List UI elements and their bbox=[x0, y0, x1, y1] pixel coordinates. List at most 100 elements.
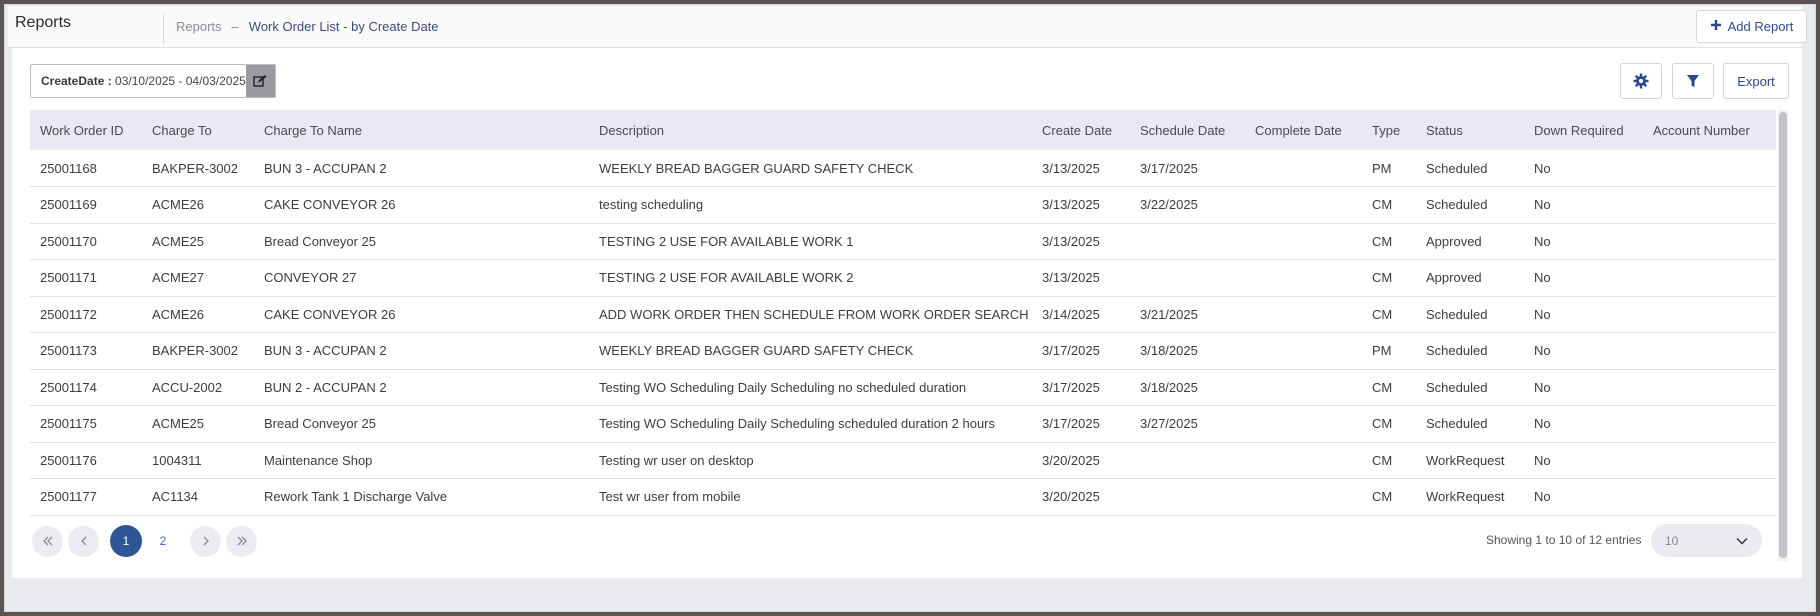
top-bar: Reports Reports – Work Order List - by C… bbox=[8, 6, 1807, 48]
table-cell bbox=[1643, 369, 1776, 406]
table-cell: ADD WORK ORDER THEN SCHEDULE FROM WORK O… bbox=[599, 306, 1032, 322]
table-cell: WEEKLY BREAD BAGGER GUARD SAFETY CHECK bbox=[599, 160, 914, 176]
table-row[interactable]: 25001172 ACME26 CAKE CONVEYOR 26 ADD WORK O… bbox=[30, 296, 1776, 333]
table-cell: 25001176 bbox=[40, 452, 97, 468]
col-header[interactable]: Charge To bbox=[142, 110, 254, 150]
table-cell: WEEKLY BREAD BAGGER GUARD SAFETY CHECK bbox=[599, 343, 914, 359]
table-cell: TESTING 2 USE FOR AVAILABLE WORK 1 bbox=[599, 233, 854, 249]
table-cell: No bbox=[1534, 379, 1551, 395]
table-cell: TESTING 2 USE FOR AVAILABLE WORK 2 bbox=[599, 270, 854, 286]
table-cell: CAKE CONVEYOR 26 bbox=[264, 197, 396, 213]
table-cell bbox=[1245, 260, 1362, 297]
next-page-button[interactable] bbox=[190, 525, 221, 557]
table-cell: CM bbox=[1372, 270, 1393, 286]
table-row[interactable]: 25001168 BAKPER-3002 BUN 3 - ACCUPAN 2 WEEK… bbox=[30, 150, 1776, 187]
col-header[interactable]: Account Number bbox=[1643, 110, 1776, 150]
table-row[interactable]: 25001177 AC1134 Rework Tank 1 Discharge Va… bbox=[30, 479, 1776, 515]
filter-button[interactable] bbox=[1672, 63, 1714, 99]
settings-button[interactable] bbox=[1620, 63, 1662, 99]
table-cell: CM bbox=[1372, 233, 1393, 249]
table-header-row: Work Order ID Charge To Charge To Name D… bbox=[30, 110, 1776, 150]
table-row[interactable]: 25001170 ACME25 Bread Conveyor 25 TESTING 2… bbox=[30, 223, 1776, 260]
export-button[interactable]: Export bbox=[1723, 63, 1789, 99]
prev-page-button[interactable] bbox=[68, 525, 99, 557]
page-2-button[interactable]: 2 bbox=[147, 525, 179, 557]
scroll-thumb[interactable] bbox=[1779, 112, 1787, 558]
col-header[interactable]: Type bbox=[1362, 110, 1416, 150]
app-title: Reports bbox=[15, 14, 72, 31]
col-header[interactable]: Charge To Name bbox=[254, 110, 589, 150]
entries-info: Showing 1 to 10 of 12 entries bbox=[1486, 533, 1642, 547]
table-cell: CM bbox=[1372, 379, 1393, 395]
table-row[interactable]: 25001173 BAKPER-3002 BUN 3 - ACCUPAN 2 WEEK… bbox=[30, 333, 1776, 370]
table-cell: 25001170 bbox=[40, 233, 97, 249]
table-cell: Scheduled bbox=[1426, 160, 1488, 176]
table-cell bbox=[1130, 442, 1245, 479]
breadcrumb-separator: – bbox=[231, 19, 239, 34]
table-cell: CAKE CONVEYOR 26 bbox=[264, 306, 396, 322]
page-1-button[interactable]: 1 bbox=[110, 525, 142, 557]
first-page-button[interactable] bbox=[32, 525, 63, 557]
table-cell: Scheduled bbox=[1426, 197, 1488, 213]
table-cell: Approved bbox=[1426, 270, 1482, 286]
table-row[interactable]: 25001169 ACME26 CAKE CONVEYOR 26 testing sc… bbox=[30, 187, 1776, 224]
table-row[interactable]: 25001176 1004311 Maintenance Shop Testing w… bbox=[30, 442, 1776, 479]
table-cell: CM bbox=[1372, 452, 1393, 468]
table-cell: No bbox=[1534, 270, 1551, 286]
last-page-button[interactable] bbox=[226, 525, 257, 557]
double-chevron-left-icon bbox=[42, 536, 52, 546]
table-cell bbox=[1643, 187, 1776, 224]
table-cell bbox=[1245, 150, 1362, 187]
table-cell: BAKPER-3002 bbox=[152, 160, 238, 176]
col-header[interactable]: Complete Date bbox=[1245, 110, 1362, 150]
gear-icon bbox=[1633, 73, 1649, 89]
table-cell bbox=[1245, 223, 1362, 260]
table-cell bbox=[1643, 406, 1776, 443]
table-cell: CONVEYOR 27 bbox=[264, 270, 357, 286]
col-header[interactable]: Description bbox=[589, 110, 1032, 150]
edit-filter-button[interactable] bbox=[245, 65, 275, 97]
report-panel: CreateDate : 03/10/2025 - 04/03/2025 Exp… bbox=[12, 48, 1802, 578]
table-cell bbox=[1643, 333, 1776, 370]
table-cell bbox=[1130, 223, 1245, 260]
table-cell: 3/17/2025 bbox=[1042, 416, 1100, 432]
col-header[interactable]: Work Order ID bbox=[30, 110, 142, 150]
col-header[interactable]: Create Date bbox=[1032, 110, 1130, 150]
add-report-button[interactable]: Add Report bbox=[1696, 10, 1807, 43]
table-cell: 25001171 bbox=[40, 270, 97, 286]
table-row[interactable]: 25001175 ACME25 Bread Conveyor 25 Testing W… bbox=[30, 406, 1776, 443]
footer-strip bbox=[8, 578, 1802, 606]
filter-value: 03/10/2025 - 04/03/2025 bbox=[111, 74, 246, 88]
table-cell: testing scheduling bbox=[599, 197, 704, 213]
table-cell: 3/27/2025 bbox=[1140, 416, 1198, 432]
col-header[interactable]: Status bbox=[1416, 110, 1524, 150]
plus-icon bbox=[1710, 19, 1722, 35]
table-cell: 3/22/2025 bbox=[1140, 197, 1198, 213]
col-header[interactable]: Schedule Date bbox=[1130, 110, 1245, 150]
table-cell bbox=[1245, 187, 1362, 224]
table-row[interactable]: 25001171 ACME27 CONVEYOR 27 TESTING 2 USE F… bbox=[30, 260, 1776, 297]
create-date-filter[interactable]: CreateDate : 03/10/2025 - 04/03/2025 bbox=[30, 64, 276, 98]
breadcrumb-current: Work Order List - by Create Date bbox=[248, 19, 439, 34]
table-cell: 25001168 bbox=[40, 160, 97, 176]
table-scrollbar[interactable] bbox=[1778, 110, 1788, 561]
table-cell: CM bbox=[1372, 416, 1393, 432]
chevron-left-icon bbox=[80, 536, 86, 546]
table-row[interactable]: 25001174 ACCU-2002 BUN 2 - ACCUPAN 2 Testin… bbox=[30, 369, 1776, 406]
table-cell: CM bbox=[1372, 197, 1393, 213]
col-header[interactable]: Down Required bbox=[1524, 110, 1643, 150]
add-report-label: Add Report bbox=[1727, 19, 1794, 34]
table-cell: 3/13/2025 bbox=[1042, 233, 1100, 249]
table-cell: Test wr user from mobile bbox=[599, 489, 741, 505]
table-cell bbox=[1643, 150, 1776, 187]
page-size-select[interactable]: 10 bbox=[1651, 524, 1762, 557]
table-cell: 3/17/2025 bbox=[1042, 343, 1100, 359]
table-cell: 3/21/2025 bbox=[1140, 306, 1198, 322]
table-cell: 3/17/2025 bbox=[1042, 379, 1100, 395]
table-cell: ACME26 bbox=[152, 197, 205, 213]
table-cell bbox=[1245, 369, 1362, 406]
table-cell: Testing wr user on desktop bbox=[599, 452, 754, 468]
table-cell: ACME26 bbox=[152, 306, 205, 322]
breadcrumb-root[interactable]: Reports bbox=[176, 19, 222, 34]
page-size-value: 10 bbox=[1665, 533, 1679, 548]
